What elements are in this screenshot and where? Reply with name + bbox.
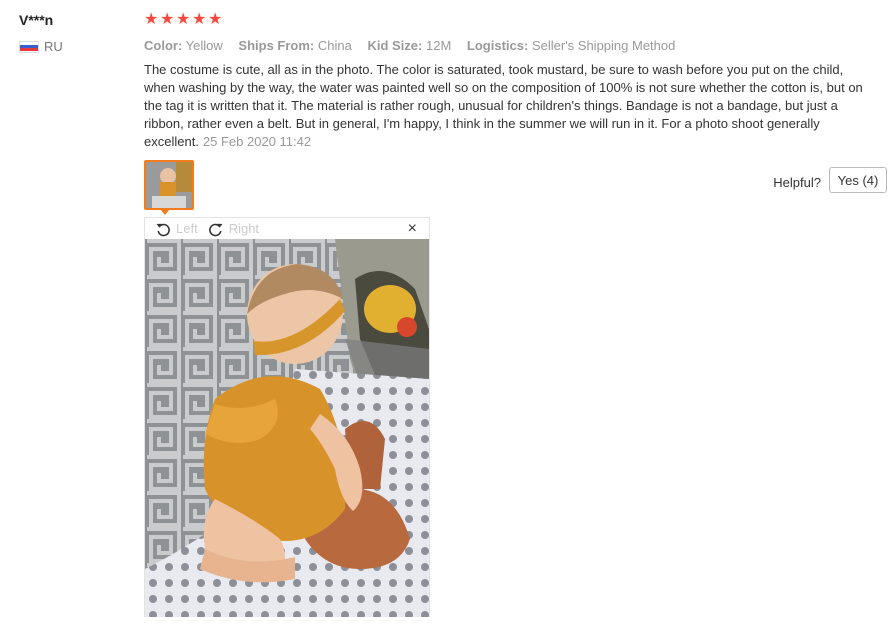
review-date: 25 Feb 2020 11:42 xyxy=(202,134,312,149)
rotate-left-label: Left xyxy=(176,221,198,236)
attr-logistics: Logistics: Seller's Shipping Method xyxy=(466,38,676,53)
baby-photo-thumbnail-image xyxy=(146,162,192,208)
reviewer-name: V***n xyxy=(19,12,54,28)
star-icon: ★ xyxy=(160,11,175,28)
russia-flag-icon xyxy=(19,40,39,53)
attr-ships-from: Ships From: China xyxy=(238,38,352,53)
rotate-left-icon xyxy=(156,223,170,236)
review-photo-thumbnail[interactable] xyxy=(144,160,194,210)
thumbnail-pointer xyxy=(160,209,170,215)
close-icon[interactable]: × xyxy=(408,219,417,239)
reviewer-country: RU xyxy=(19,39,63,54)
star-icon: ★ xyxy=(144,11,159,28)
rotate-left-button[interactable]: Left xyxy=(155,221,198,237)
rotate-right-label: Right xyxy=(228,221,260,236)
helpful-label: Helpful? xyxy=(773,175,821,190)
attr-color: Color: Yellow xyxy=(144,38,223,53)
rating-stars: ★ ★ ★ ★ ★ xyxy=(144,11,223,29)
baby-photo-image xyxy=(145,239,429,617)
review-body: The costume is cute, all as in the photo… xyxy=(144,61,872,151)
star-icon: ★ xyxy=(192,11,207,28)
star-icon: ★ xyxy=(176,11,191,28)
review-photo-large xyxy=(145,239,429,617)
photo-viewer: Left Right × xyxy=(144,217,430,617)
rotate-right-button[interactable]: Right xyxy=(208,221,259,237)
rotate-right-icon xyxy=(208,223,223,236)
viewer-toolbar: Left Right xyxy=(145,218,429,239)
star-icon: ★ xyxy=(208,11,223,28)
order-attributes: Color: Yellow Ships From: China Kid Size… xyxy=(144,38,687,53)
country-code: RU xyxy=(44,39,63,54)
helpful-yes-button[interactable]: Yes (4) xyxy=(829,167,887,193)
attr-kid-size: Kid Size: 12M xyxy=(367,38,452,53)
